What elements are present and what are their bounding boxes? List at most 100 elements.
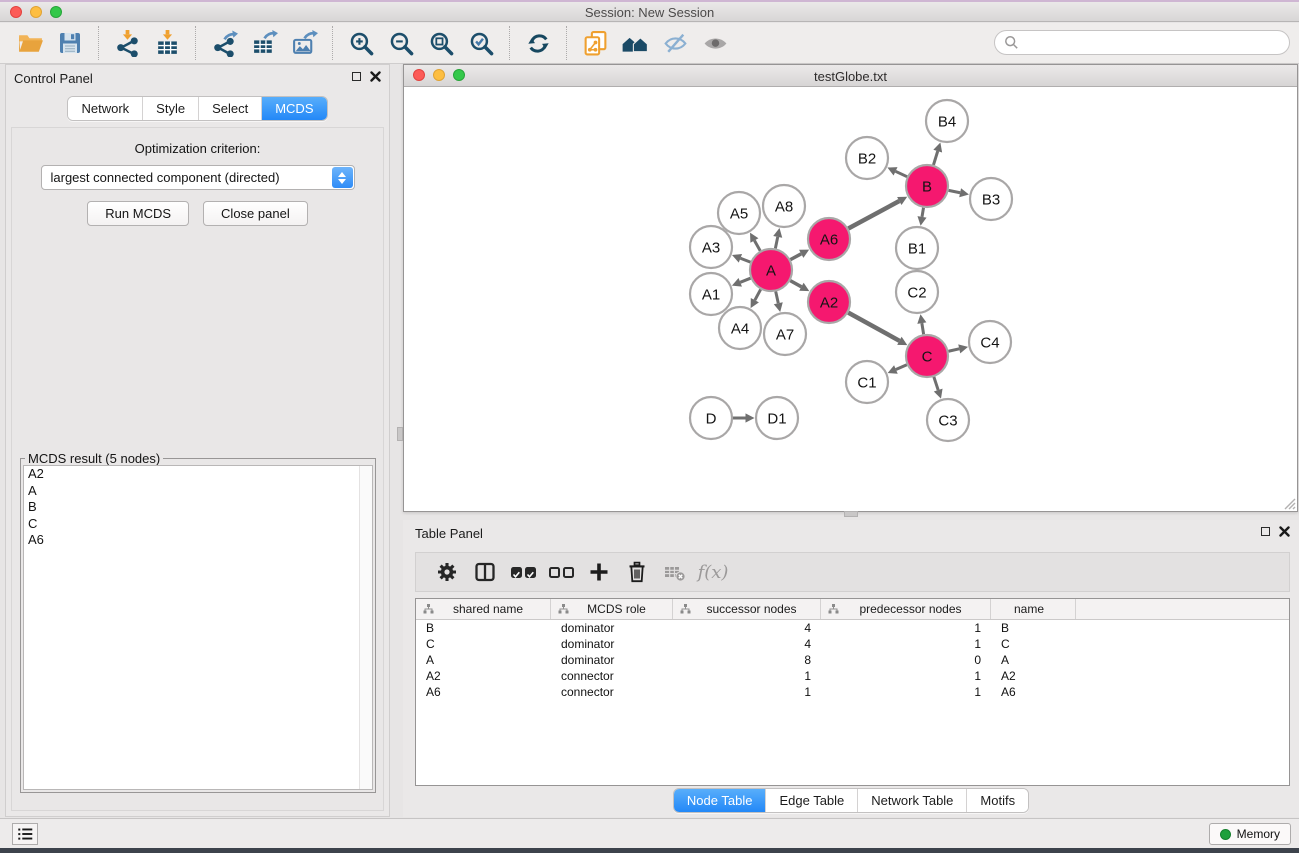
resize-grip-icon[interactable]: [1282, 496, 1296, 510]
graph-node-a4[interactable]: A4: [719, 307, 761, 349]
column-header[interactable]: successor nodes: [673, 599, 821, 619]
graph-node-a3[interactable]: A3: [690, 226, 732, 268]
graph-node-d1[interactable]: D1: [756, 397, 798, 439]
graph-edge[interactable]: [848, 313, 899, 341]
graph-node-a1[interactable]: A1: [690, 273, 732, 315]
graph-node-c4[interactable]: C4: [969, 321, 1011, 363]
graph-edge[interactable]: [949, 190, 961, 192]
memory-button[interactable]: Memory: [1209, 823, 1291, 845]
graph-node-b1[interactable]: B1: [896, 227, 938, 269]
tab-select[interactable]: Select: [198, 97, 261, 120]
tab-mcds[interactable]: MCDS: [261, 97, 326, 120]
graph-node-a6[interactable]: A6: [808, 218, 850, 260]
refresh-layout-icon[interactable]: [518, 26, 558, 60]
hide-selected-icon[interactable]: [655, 26, 695, 60]
network-canvas[interactable]: B4 B2 B B3 A5A8A6 B1 A3 A A1 C2 A2 A4A7 C C4 C1 C3 D D1: [404, 87, 1297, 511]
horizontal-splitter-handle[interactable]: [844, 511, 858, 517]
graph-node-b2[interactable]: B2: [846, 137, 888, 179]
graph-edge[interactable]: [790, 254, 801, 260]
graph-edge[interactable]: [896, 365, 907, 370]
table-row[interactable]: A6connector11A6: [416, 684, 1289, 700]
mcds-result-item[interactable]: A: [24, 483, 372, 500]
column-view-icon[interactable]: [466, 556, 504, 588]
delete-table-icon[interactable]: [656, 556, 694, 588]
column-header[interactable]: MCDS role: [551, 599, 673, 619]
mcds-result-item[interactable]: A6: [24, 532, 372, 549]
tab-edge-table[interactable]: Edge Table: [765, 789, 857, 812]
graph-node-c[interactable]: C: [906, 335, 948, 377]
graph-node-c3[interactable]: C3: [927, 399, 969, 441]
import-network-icon[interactable]: [107, 26, 147, 60]
graph-node-a2[interactable]: A2: [808, 281, 850, 323]
zoom-fit-icon[interactable]: [421, 26, 461, 60]
close-panel-button[interactable]: Close panel: [203, 201, 308, 226]
vertical-splitter-handle[interactable]: [397, 427, 403, 441]
delete-column-icon[interactable]: [618, 556, 656, 588]
tab-network[interactable]: Network: [68, 97, 142, 120]
export-network-icon[interactable]: [204, 26, 244, 60]
home-icon[interactable]: [615, 26, 655, 60]
add-column-icon[interactable]: [580, 556, 618, 588]
graph-edge[interactable]: [934, 377, 938, 390]
float-panel-button[interactable]: [352, 72, 361, 81]
column-header[interactable]: name: [991, 599, 1076, 619]
show-all-icon[interactable]: [695, 26, 735, 60]
graph-node-a8[interactable]: A8: [763, 185, 805, 227]
table-row[interactable]: Bdominator41B: [416, 620, 1289, 636]
search-input[interactable]: [1023, 35, 1289, 50]
graph-edge[interactable]: [922, 208, 923, 217]
graph-node-c1[interactable]: C1: [846, 361, 888, 403]
table-row[interactable]: Adominator80A: [416, 652, 1289, 668]
column-header[interactable]: predecessor nodes: [821, 599, 991, 619]
criterion-dropdown[interactable]: largest connected component (directed): [41, 165, 355, 190]
graph-node-b[interactable]: B: [906, 165, 948, 207]
graph-edge[interactable]: [933, 151, 937, 165]
graph-edge[interactable]: [755, 289, 761, 300]
task-history-button[interactable]: [12, 823, 38, 845]
column-header[interactable]: shared name: [416, 599, 551, 619]
tab-node-table[interactable]: Node Table: [674, 789, 766, 812]
graph-edge[interactable]: [790, 281, 801, 287]
import-table-icon[interactable]: [147, 26, 187, 60]
graph-edge[interactable]: [776, 291, 779, 303]
tab-motifs[interactable]: Motifs: [966, 789, 1028, 812]
select-all-icon[interactable]: [504, 556, 542, 588]
open-session-icon[interactable]: [10, 26, 50, 60]
result-scrollbar[interactable]: [359, 466, 372, 789]
export-table-icon[interactable]: [244, 26, 284, 60]
table-row[interactable]: Cdominator41C: [416, 636, 1289, 652]
graph-edge[interactable]: [922, 323, 924, 334]
graph-edge[interactable]: [896, 171, 908, 176]
mcds-result-item[interactable]: A2: [24, 466, 372, 483]
graph-node-a[interactable]: A: [750, 249, 792, 291]
graph-edge[interactable]: [740, 258, 750, 262]
graph-edge[interactable]: [775, 237, 777, 249]
function-builder-icon[interactable]: f(x): [694, 556, 732, 588]
close-table-panel-icon[interactable]: [1279, 526, 1290, 537]
graph-node-b4[interactable]: B4: [926, 100, 968, 142]
tab-network-table[interactable]: Network Table: [857, 789, 966, 812]
zoom-selected-icon[interactable]: [461, 26, 501, 60]
graph-edge[interactable]: [848, 201, 899, 229]
run-mcds-button[interactable]: Run MCDS: [87, 201, 189, 226]
close-panel-icon[interactable]: [370, 71, 381, 82]
zoom-in-icon[interactable]: [341, 26, 381, 60]
graph-node-b3[interactable]: B3: [970, 178, 1012, 220]
float-table-panel-button[interactable]: [1261, 527, 1270, 536]
graph-node-a7[interactable]: A7: [764, 313, 806, 355]
mcds-result-item[interactable]: B: [24, 499, 372, 516]
graph-node-c2[interactable]: C2: [896, 271, 938, 313]
graph-edge[interactable]: [740, 278, 750, 282]
zoom-out-icon[interactable]: [381, 26, 421, 60]
graph-node-d[interactable]: D: [690, 397, 732, 439]
settings-gear-icon[interactable]: [428, 556, 466, 588]
mcds-result-item[interactable]: C: [24, 516, 372, 533]
graph-edge[interactable]: [754, 240, 760, 250]
first-neighbors-icon[interactable]: [575, 26, 615, 60]
table-row[interactable]: A2connector11A2: [416, 668, 1289, 684]
tab-style[interactable]: Style: [142, 97, 198, 120]
graph-node-a5[interactable]: A5: [718, 192, 760, 234]
save-session-icon[interactable]: [50, 26, 90, 60]
deselect-all-icon[interactable]: [542, 556, 580, 588]
export-image-icon[interactable]: [284, 26, 324, 60]
